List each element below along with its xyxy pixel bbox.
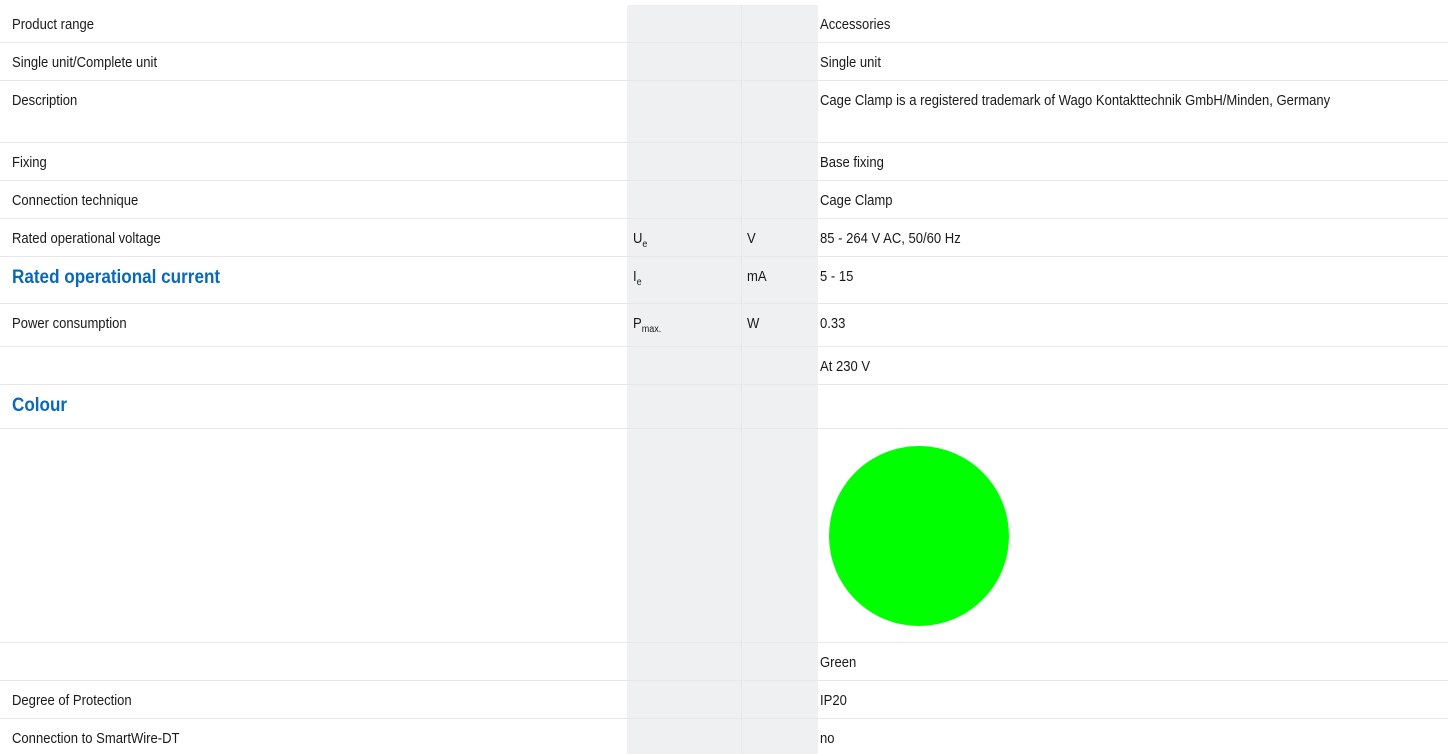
- row-symbol: Ue: [633, 231, 648, 250]
- row-value: 85 - 264 V AC, 50/60 Hz: [820, 231, 961, 247]
- row-colour-heading: Colour: [0, 385, 1448, 429]
- row-label: Product range: [12, 17, 94, 33]
- row-description: Description Cage Clamp is a registered t…: [0, 81, 1448, 143]
- row-single-unit: Single unit/Complete unit Single unit: [0, 43, 1448, 81]
- row-label: Connection technique: [12, 193, 139, 209]
- row-label: Degree of Protection: [12, 693, 132, 709]
- row-value: Green: [820, 655, 857, 671]
- row-label: Fixing: [12, 155, 47, 171]
- colour-swatch: [829, 446, 1009, 626]
- row-symbol: Pmax.: [633, 316, 662, 335]
- row-label: Connection to SmartWire-DT: [12, 731, 180, 747]
- row-symbol: Ie: [633, 269, 642, 288]
- row-colour-value: Green: [0, 643, 1448, 681]
- row-unit: W: [747, 316, 760, 332]
- row-unit: mA: [747, 269, 767, 285]
- row-unit: V: [747, 231, 756, 247]
- row-smartwire: Connection to SmartWire-DT no: [0, 719, 1448, 754]
- section-heading-rated-current: Rated operational current: [12, 267, 221, 288]
- row-label: Power consumption: [12, 316, 127, 332]
- row-label: Description: [12, 93, 78, 109]
- row-label: Rated operational voltage: [12, 231, 161, 247]
- row-value: 0.33: [820, 316, 846, 332]
- row-rated-current: Rated operational current Ie mA 5 - 15: [0, 257, 1448, 304]
- row-value: 5 - 15: [820, 269, 854, 285]
- row-value: Single unit: [820, 55, 881, 71]
- row-power-note: At 230 V: [0, 347, 1448, 385]
- spec-table: Product range Accessories Single unit/Co…: [0, 0, 1451, 754]
- row-value: Accessories: [820, 17, 891, 33]
- row-product-range: Product range Accessories: [0, 5, 1448, 43]
- row-value: Cage Clamp: [820, 193, 893, 209]
- row-degree-of-protection: Degree of Protection IP20: [0, 681, 1448, 719]
- row-connection-technique: Connection technique Cage Clamp: [0, 181, 1448, 219]
- row-value: no: [820, 731, 835, 747]
- row-power-consumption: Power consumption Pmax. W 0.33: [0, 304, 1448, 347]
- section-heading-colour: Colour: [12, 395, 68, 416]
- row-label: Single unit/Complete unit: [12, 55, 158, 71]
- row-value: At 230 V: [820, 359, 871, 375]
- row-colour-swatch: [0, 429, 1448, 643]
- row-value: Cage Clamp is a registered trademark of …: [820, 93, 1331, 109]
- row-rated-voltage: Rated operational voltage Ue V 85 - 264 …: [0, 219, 1448, 257]
- row-value: IP20: [820, 693, 847, 709]
- row-value: Base fixing: [820, 155, 884, 171]
- row-fixing: Fixing Base fixing: [0, 143, 1448, 181]
